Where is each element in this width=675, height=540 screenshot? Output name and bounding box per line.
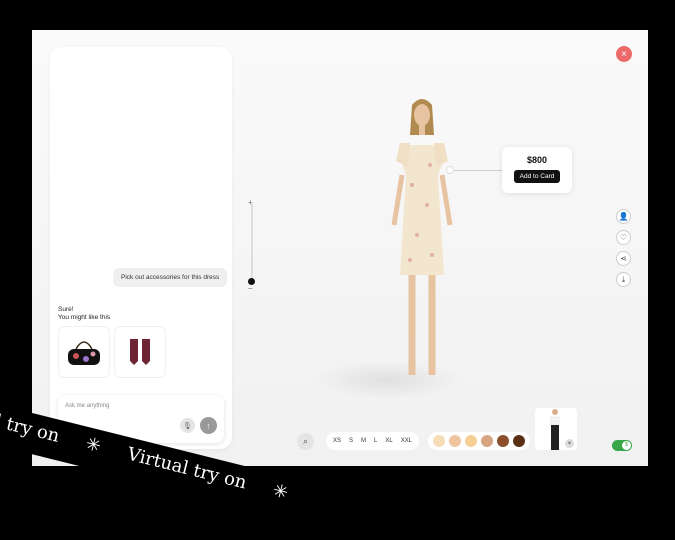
send-arrow-icon[interactable]: ↑ (200, 417, 217, 434)
skin-tone-swatch[interactable] (497, 435, 509, 447)
input-placeholder: Ask me anything (65, 403, 110, 409)
skin-tone-swatch[interactable] (449, 435, 461, 447)
skin-tone-swatch[interactable] (481, 435, 493, 447)
product-gloves[interactable] (114, 326, 166, 378)
hotspot-dot[interactable] (446, 166, 454, 174)
search-icon[interactable]: ⌕ (297, 433, 314, 450)
size-option[interactable]: L (374, 438, 377, 444)
virtual-try-on-app: Pick out accessories for this dress Sure… (32, 30, 648, 466)
reply-line: Sure! (58, 306, 74, 313)
skin-tone-swatch[interactable] (513, 435, 525, 447)
gloves-image (130, 339, 150, 365)
toggle-knob: $ (622, 441, 631, 450)
size-option[interactable]: XL (385, 438, 392, 444)
star-icon: ✳ (83, 433, 104, 458)
product-card: $800 Add to Card (502, 147, 572, 193)
currency-toggle[interactable]: $ (612, 440, 632, 451)
skin-tone-selector (428, 432, 530, 450)
zoom-slider[interactable] (248, 202, 255, 285)
chat-panel: Pick out accessories for this dress Sure… (50, 47, 232, 449)
share-icon[interactable]: ⋖ (616, 251, 631, 266)
assistant-reply: Sure! You might like this (58, 306, 110, 322)
skin-tone-swatch[interactable] (465, 435, 477, 447)
skin-tone-swatch[interactable] (433, 435, 445, 447)
star-icon: ✳ (270, 479, 291, 504)
download-icon[interactable]: ⤓ (616, 272, 631, 287)
user-icon[interactable]: 👤 (616, 209, 631, 224)
heart-icon[interactable]: ♡ (616, 230, 631, 245)
close-icon[interactable]: × (616, 46, 632, 62)
outfit-thumbnail[interactable]: × (535, 408, 577, 450)
size-option[interactable]: S (349, 438, 353, 444)
product-bag[interactable] (58, 326, 110, 378)
microphone-icon[interactable]: 🎙 (180, 418, 195, 433)
user-message: Pick out accessories for this dress (113, 268, 228, 287)
model-figure (391, 99, 453, 375)
bag-image (68, 341, 100, 365)
remove-outfit-icon[interactable]: × (565, 439, 574, 448)
size-option[interactable]: XS (333, 438, 341, 444)
hotspot-line (454, 170, 502, 171)
size-option[interactable]: M (361, 438, 366, 444)
size-option[interactable]: XXL (401, 438, 412, 444)
add-to-cart-button[interactable]: Add to Card (513, 170, 561, 183)
price: $800 (526, 155, 548, 165)
zoom-out-icon[interactable]: − (248, 284, 253, 293)
reply-line: You might like this (58, 314, 111, 321)
size-selector: XS S M L XL XXL (326, 432, 420, 450)
